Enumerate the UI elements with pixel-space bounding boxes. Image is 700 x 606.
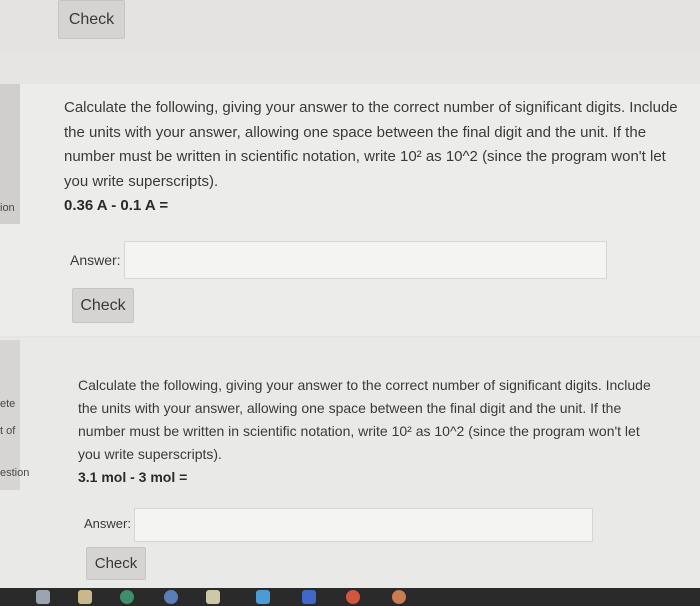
question-expression: 0.36 A - 0.1 A = bbox=[64, 197, 169, 214]
answer-label: Answer: bbox=[84, 516, 131, 531]
swift-icon[interactable] bbox=[346, 590, 360, 604]
question-line: you write superscripts). bbox=[64, 172, 219, 190]
question-line: number must be written in scientific not… bbox=[64, 148, 666, 165]
chrome-icon[interactable] bbox=[120, 590, 134, 604]
question-line: number must be written in scientific not… bbox=[78, 423, 640, 439]
question-expression: 3.1 mol - 3 mol = bbox=[78, 469, 188, 485]
question-line: the units with your answer, allowing one… bbox=[78, 400, 622, 416]
finder-icon[interactable] bbox=[36, 590, 50, 604]
sidebar-item-1[interactable]: ion bbox=[0, 202, 15, 214]
check-button-2[interactable]: Check bbox=[86, 547, 146, 580]
question-line: Calculate the following, giving your ans… bbox=[64, 99, 678, 116]
sidebar-item-2[interactable]: ete bbox=[0, 398, 15, 410]
question-text-2: Calculate the following, giving your ans… bbox=[78, 374, 693, 489]
answer-input-1[interactable] bbox=[124, 241, 607, 279]
question-line: the units with your answer, allowing one… bbox=[64, 123, 647, 141]
launchpad-icon[interactable] bbox=[78, 590, 92, 604]
files-icon[interactable] bbox=[164, 590, 178, 604]
sidebar-item-3[interactable]: t of bbox=[0, 425, 15, 437]
answer-label: Answer: bbox=[70, 252, 121, 268]
keynote-icon[interactable] bbox=[302, 590, 316, 604]
question-line: Calculate the following, giving your ans… bbox=[78, 377, 651, 393]
question-line: you write superscripts). bbox=[78, 446, 222, 462]
notes-icon[interactable] bbox=[206, 590, 220, 604]
question-text-1: Calculate the following, giving your ans… bbox=[64, 96, 694, 219]
dock bbox=[0, 588, 700, 606]
answer-input-2[interactable] bbox=[134, 508, 593, 542]
safari-icon[interactable] bbox=[392, 590, 406, 604]
check-button-top[interactable]: Check bbox=[58, 0, 125, 39]
calendar-icon[interactable] bbox=[256, 590, 270, 604]
check-button-1[interactable]: Check bbox=[72, 288, 134, 323]
sidebar-item-4[interactable]: estion bbox=[0, 467, 29, 479]
